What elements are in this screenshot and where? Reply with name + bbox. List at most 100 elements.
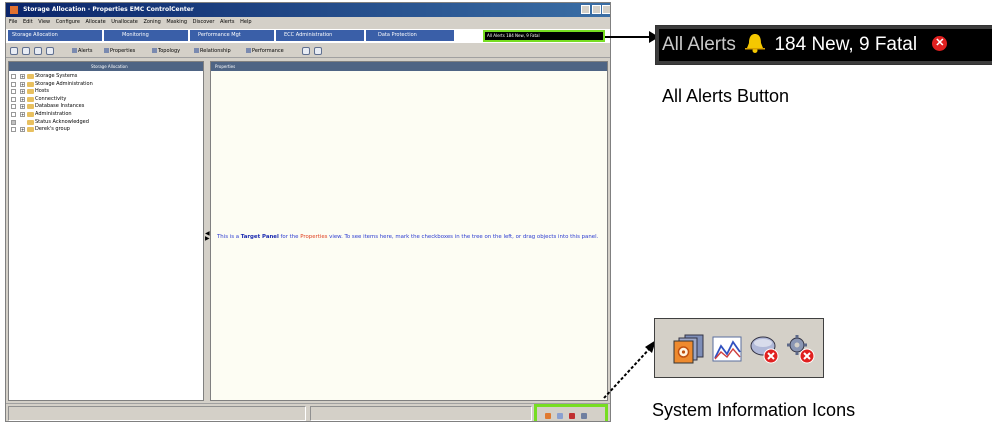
message-suffix: view. To see items here, mark the checkb… bbox=[327, 234, 599, 240]
toolbar-topology[interactable]: Topology bbox=[152, 44, 180, 58]
tree-panel: Storage Allocation + Storage Systems + Sto… bbox=[8, 61, 204, 401]
menu-bar: File Edit View Configure Allocate Unallo… bbox=[6, 17, 610, 28]
toolbar-properties-label: Properties bbox=[110, 48, 136, 54]
status-bar bbox=[6, 403, 610, 421]
menu-alerts[interactable]: Alerts bbox=[220, 19, 235, 25]
window-title: Storage Allocation - Properties EMC Cont… bbox=[23, 6, 194, 13]
menu-allocate[interactable]: Allocate bbox=[86, 19, 106, 25]
system-info-icon[interactable] bbox=[545, 413, 551, 419]
performance-graph-icon[interactable] bbox=[711, 334, 743, 364]
menu-edit[interactable]: Edit bbox=[23, 19, 33, 25]
relationship-icon bbox=[194, 48, 199, 53]
toolbar-properties[interactable]: Properties bbox=[104, 44, 135, 58]
expand-icon[interactable]: + bbox=[20, 104, 25, 110]
folder-icon bbox=[27, 81, 34, 87]
toolbar-performance[interactable]: Performance bbox=[246, 44, 284, 58]
system-info-icon[interactable] bbox=[673, 334, 705, 364]
target-panel-message: This is a Target Panel for the Propertie… bbox=[211, 232, 607, 243]
fatal-alert-icon: ✕ bbox=[932, 35, 948, 51]
tree-item-storage-systems[interactable]: + Storage Systems bbox=[9, 73, 203, 81]
folder-icon bbox=[27, 127, 34, 133]
forward-icon[interactable] bbox=[22, 47, 30, 55]
maximize-button[interactable] bbox=[592, 5, 601, 14]
tree-item-label: Storage Administration bbox=[35, 80, 93, 87]
checkbox[interactable] bbox=[11, 104, 16, 110]
tree-item-storage-administration[interactable]: + Storage Administration bbox=[9, 81, 203, 89]
toolbar-relationship-label: Relationship bbox=[200, 48, 231, 54]
menu-zoning[interactable]: Zoning bbox=[143, 19, 160, 25]
menu-help[interactable]: Help bbox=[240, 19, 251, 25]
tree-item-status-acknowledged[interactable]: Status Acknowledged bbox=[9, 119, 203, 127]
topology-icon bbox=[152, 48, 157, 53]
menu-file[interactable]: File bbox=[9, 19, 17, 25]
alerts-counts: 184 New, 9 Fatal bbox=[774, 34, 918, 55]
checkbox[interactable] bbox=[11, 119, 16, 125]
performance-graph-icon[interactable] bbox=[557, 413, 563, 419]
menu-unallocate[interactable]: Unallocate bbox=[111, 19, 138, 25]
expand-icon[interactable]: + bbox=[20, 89, 25, 95]
checkbox[interactable] bbox=[11, 127, 16, 133]
minimize-button[interactable] bbox=[581, 5, 590, 14]
menu-view[interactable]: View bbox=[38, 19, 50, 25]
tab-monitoring[interactable]: Monitoring bbox=[104, 30, 188, 41]
menu-configure[interactable]: Configure bbox=[56, 19, 80, 25]
expand-icon[interactable]: + bbox=[20, 81, 25, 87]
tab-storage-allocation[interactable]: Storage Allocation bbox=[8, 30, 102, 41]
tree-item-label: Administration bbox=[35, 110, 72, 117]
tree-item-database-instances[interactable]: + Database Instances bbox=[9, 103, 203, 111]
message-prefix: This is a bbox=[217, 234, 241, 240]
server-error-icon[interactable] bbox=[569, 413, 575, 419]
checkbox[interactable] bbox=[11, 111, 16, 117]
close-button[interactable] bbox=[602, 5, 610, 14]
tab-data-protection[interactable]: Data Protection bbox=[366, 30, 454, 41]
server-error-icon[interactable] bbox=[749, 334, 781, 364]
expand-icon[interactable]: + bbox=[20, 74, 25, 79]
back-icon[interactable] bbox=[10, 47, 18, 55]
tree-item-label: Derek's group bbox=[35, 126, 70, 133]
tree-item-label: Connectivity bbox=[35, 95, 67, 102]
title-bar: Storage Allocation - Properties EMC Cont… bbox=[6, 3, 610, 17]
edit-icon[interactable] bbox=[302, 47, 310, 55]
agent-error-icon[interactable] bbox=[785, 334, 817, 364]
toolbar-relationship[interactable]: Relationship bbox=[194, 44, 231, 58]
tree-panel-header: Storage Allocation bbox=[9, 62, 203, 71]
tree-item-label: Hosts bbox=[35, 88, 49, 95]
all-alerts-label: All Alerts bbox=[662, 34, 736, 55]
agent-error-icon[interactable] bbox=[581, 413, 587, 419]
expand-icon[interactable]: + bbox=[20, 127, 25, 133]
tree-item-connectivity[interactable]: + Connectivity bbox=[9, 96, 203, 104]
layout-icon[interactable] bbox=[46, 47, 54, 55]
toolbar-alerts[interactable]: Alerts bbox=[72, 44, 93, 58]
checkbox[interactable] bbox=[11, 81, 16, 87]
folder-icon bbox=[27, 104, 34, 110]
folder-icon bbox=[27, 96, 34, 102]
all-alerts-caption: All Alerts Button bbox=[662, 86, 790, 106]
tree-item-hosts[interactable]: + Hosts bbox=[9, 88, 203, 96]
checkbox[interactable] bbox=[11, 89, 16, 95]
folder-icon bbox=[27, 111, 34, 117]
tree-item-label: Status Acknowledged bbox=[35, 118, 89, 125]
target-panel-header: Properties bbox=[211, 62, 607, 71]
expand-icon[interactable]: + bbox=[20, 96, 25, 102]
checkbox[interactable] bbox=[11, 74, 16, 79]
toolbar-alerts-label: Alerts bbox=[78, 48, 93, 54]
expand-icon[interactable]: + bbox=[20, 111, 25, 117]
tab-performance-mgt[interactable]: Performance Mgt bbox=[190, 30, 274, 41]
all-alerts-button-zoomed[interactable]: All Alerts 184 New, 9 Fatal ✕ bbox=[655, 25, 992, 65]
tree-item-dereks-group[interactable]: + Derek's group bbox=[9, 126, 203, 134]
all-alerts-button-mini[interactable]: All Alerts 184 New, 9 Fatal bbox=[483, 30, 605, 42]
tree-item-label: Database Instances bbox=[35, 103, 85, 110]
menu-discover[interactable]: Discover bbox=[193, 19, 215, 25]
system-info-icons-mini[interactable] bbox=[534, 404, 608, 421]
options-icon[interactable] bbox=[314, 47, 322, 55]
tab-ecc-administration[interactable]: ECC Administration bbox=[276, 30, 364, 41]
tree-panel-title: Storage Allocation bbox=[91, 64, 128, 69]
menu-masking[interactable]: Masking bbox=[166, 19, 187, 25]
message-view-name: Properties bbox=[300, 234, 328, 240]
folder-icon bbox=[27, 119, 34, 125]
toolbar-topology-label: Topology bbox=[158, 48, 181, 54]
refresh-icon[interactable] bbox=[34, 47, 42, 55]
tree-item-administration[interactable]: + Administration bbox=[9, 111, 203, 119]
checkbox[interactable] bbox=[11, 96, 16, 102]
alerts-arrow bbox=[605, 31, 659, 43]
